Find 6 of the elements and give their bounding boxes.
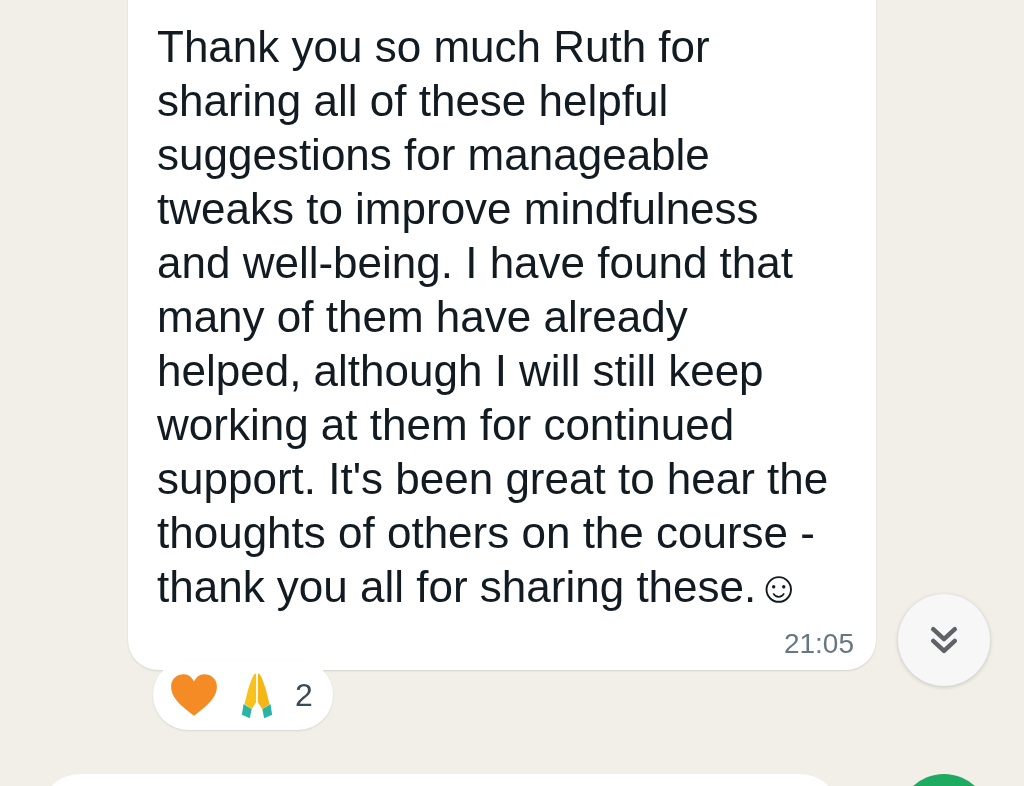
message-text: Thank you so much Ruth for sharing all of these helpful suggestions for manageable tweaks to improve mindfulness and well-being. I have found that many of them have already helped, although I will still keep working at them for continued support. It's been great to hear the thoughts of others on the course - thank you all for sharing these.☺ (157, 21, 830, 613)
scroll-down-button[interactable] (898, 594, 990, 686)
heart-icon (169, 672, 219, 718)
reaction-count: 2 (295, 676, 313, 714)
reactions-pill[interactable]: 2 (153, 660, 333, 730)
message-time: 21:05 (783, 628, 854, 660)
